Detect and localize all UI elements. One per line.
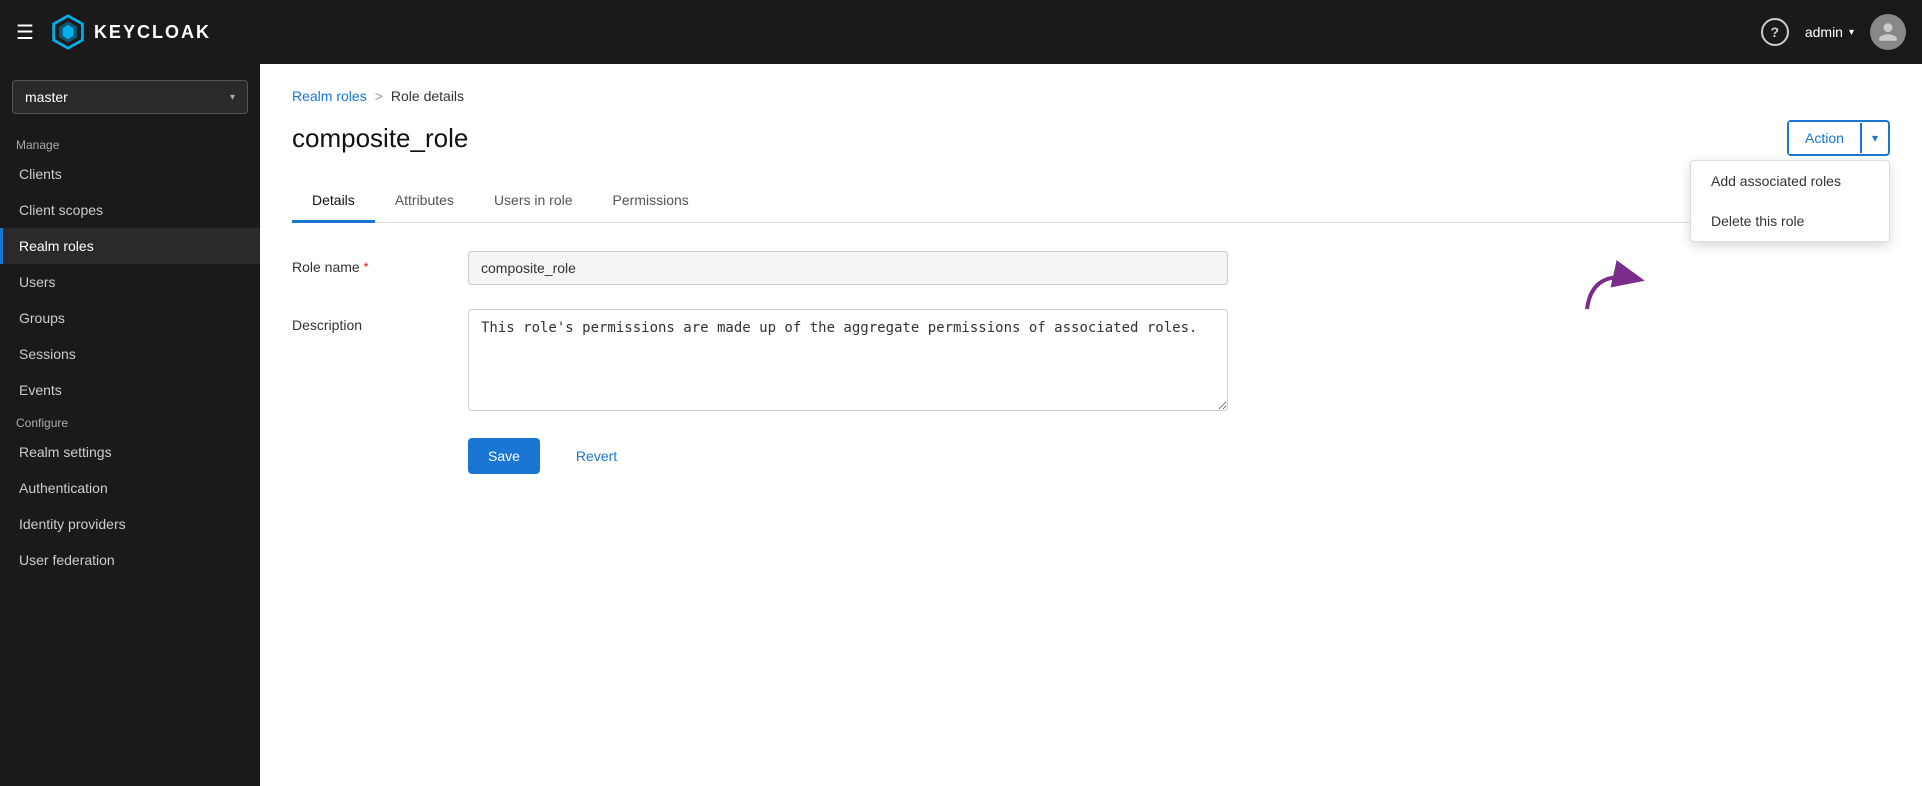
main-layout: master ▾ Manage Clients Client scopes Re… bbox=[0, 64, 1922, 786]
sidebar-item-user-federation[interactable]: User federation bbox=[0, 542, 260, 578]
breadcrumb-separator: > bbox=[375, 88, 383, 104]
tab-users-in-role[interactable]: Users in role bbox=[474, 180, 593, 223]
realm-selector[interactable]: master ▾ bbox=[12, 80, 248, 114]
page-title: composite_role bbox=[292, 123, 468, 154]
add-associated-roles-item[interactable]: Add associated roles bbox=[1691, 161, 1889, 201]
form-buttons: Save Revert bbox=[468, 438, 1890, 474]
sidebar-item-events[interactable]: Events bbox=[0, 372, 260, 408]
description-label: Description bbox=[292, 309, 452, 333]
role-name-label: Role name * bbox=[292, 251, 452, 275]
sidebar-item-realm-settings[interactable]: Realm settings bbox=[0, 434, 260, 470]
tab-attributes[interactable]: Attributes bbox=[375, 180, 474, 223]
sidebar-item-groups[interactable]: Groups bbox=[0, 300, 260, 336]
help-icon[interactable]: ? bbox=[1761, 18, 1789, 46]
configure-section-label: Configure bbox=[0, 408, 260, 434]
tab-permissions[interactable]: Permissions bbox=[593, 180, 709, 223]
sidebar-item-realm-roles-label: Realm roles bbox=[19, 238, 94, 254]
page-header: composite_role Action ▾ Add associated r… bbox=[292, 120, 1890, 156]
action-dropdown-menu: Add associated roles Delete this role bbox=[1690, 160, 1890, 242]
description-textarea[interactable]: This role's permissions are made up of t… bbox=[468, 309, 1228, 411]
breadcrumb: Realm roles > Role details bbox=[292, 88, 1890, 104]
delete-role-item[interactable]: Delete this role bbox=[1691, 201, 1889, 241]
content-area: Realm roles > Role details composite_rol… bbox=[260, 64, 1922, 786]
brand-name: KEYCLOAK bbox=[94, 22, 211, 43]
description-row: Description This role's permissions are … bbox=[292, 309, 1890, 414]
role-name-required-indicator: * bbox=[364, 260, 369, 274]
breadcrumb-current: Role details bbox=[391, 88, 464, 104]
sidebar-item-realm-settings-label: Realm settings bbox=[19, 444, 112, 460]
action-button-chevron-icon[interactable]: ▾ bbox=[1860, 123, 1888, 153]
sidebar-item-sessions-label: Sessions bbox=[19, 346, 76, 362]
sidebar-item-authentication-label: Authentication bbox=[19, 480, 108, 496]
action-button[interactable]: Action ▾ bbox=[1787, 120, 1890, 156]
sidebar-item-users[interactable]: Users bbox=[0, 264, 260, 300]
action-menu-container: Action ▾ Add associated roles Delete thi… bbox=[1787, 120, 1890, 156]
user-menu[interactable]: admin ▾ bbox=[1805, 24, 1854, 40]
sidebar-item-sessions[interactable]: Sessions bbox=[0, 336, 260, 372]
realm-chevron-icon: ▾ bbox=[230, 92, 235, 103]
sidebar-item-groups-label: Groups bbox=[19, 310, 65, 326]
sidebar-item-user-federation-label: User federation bbox=[19, 552, 115, 568]
realm-name: master bbox=[25, 89, 68, 105]
sidebar-item-clients[interactable]: Clients bbox=[0, 156, 260, 192]
sidebar-item-client-scopes[interactable]: Client scopes bbox=[0, 192, 260, 228]
tab-details[interactable]: Details bbox=[292, 180, 375, 223]
description-control: This role's permissions are made up of t… bbox=[468, 309, 1228, 414]
sidebar-item-users-label: Users bbox=[19, 274, 56, 290]
role-name-row: Role name * bbox=[292, 251, 1890, 285]
sidebar-item-authentication[interactable]: Authentication bbox=[0, 470, 260, 506]
manage-section-label: Manage bbox=[0, 130, 260, 156]
sidebar-item-realm-roles[interactable]: Realm roles bbox=[0, 228, 260, 264]
sidebar-item-events-label: Events bbox=[19, 382, 62, 398]
top-navbar: ☰ KEYCLOAK ? admin ▾ bbox=[0, 0, 1922, 64]
role-name-input[interactable] bbox=[468, 251, 1228, 285]
avatar[interactable] bbox=[1870, 14, 1906, 50]
sidebar: master ▾ Manage Clients Client scopes Re… bbox=[0, 64, 260, 786]
breadcrumb-realm-roles-link[interactable]: Realm roles bbox=[292, 88, 367, 104]
hamburger-icon[interactable]: ☰ bbox=[16, 20, 34, 45]
action-button-label[interactable]: Action bbox=[1789, 122, 1860, 154]
revert-button[interactable]: Revert bbox=[556, 438, 637, 474]
user-name: admin bbox=[1805, 24, 1843, 40]
sidebar-item-client-scopes-label: Client scopes bbox=[19, 202, 103, 218]
role-name-control bbox=[468, 251, 1228, 285]
tabs: Details Attributes Users in role Permiss… bbox=[292, 180, 1890, 223]
brand: KEYCLOAK bbox=[50, 14, 211, 50]
keycloak-logo-icon bbox=[50, 14, 86, 50]
sidebar-item-identity-providers[interactable]: Identity providers bbox=[0, 506, 260, 542]
user-menu-chevron-icon: ▾ bbox=[1849, 27, 1854, 38]
save-button[interactable]: Save bbox=[468, 438, 540, 474]
sidebar-item-identity-providers-label: Identity providers bbox=[19, 516, 126, 532]
sidebar-item-clients-label: Clients bbox=[19, 166, 62, 182]
